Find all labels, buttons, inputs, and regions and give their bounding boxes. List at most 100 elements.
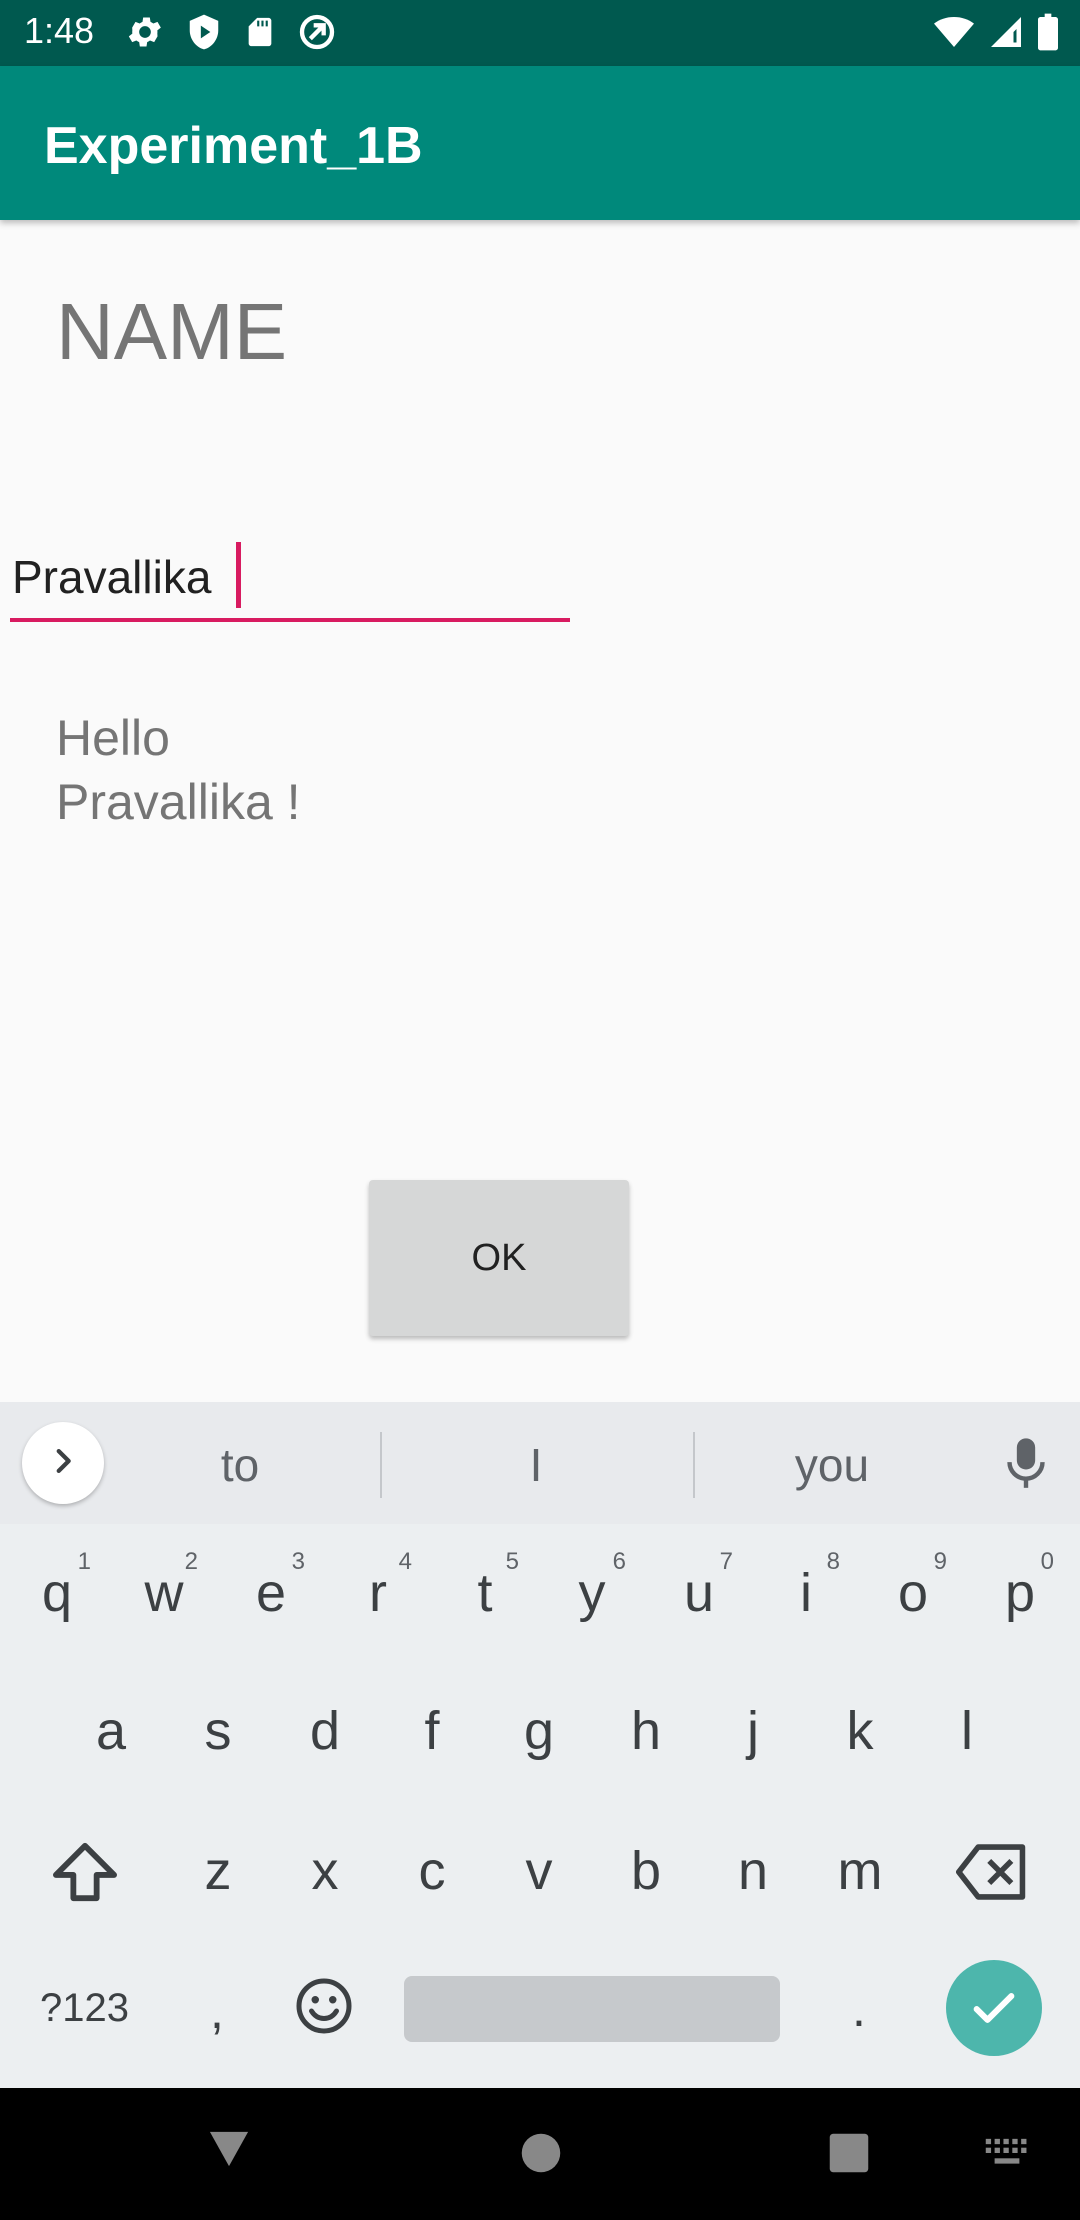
cellular-signal-icon bbox=[988, 12, 1024, 52]
text-cursor bbox=[236, 542, 241, 608]
home-button[interactable] bbox=[520, 2132, 562, 2179]
key-letter: v bbox=[525, 1841, 553, 1901]
data-saver-icon bbox=[297, 12, 337, 52]
key-letter: r bbox=[369, 1563, 387, 1623]
name-input[interactable]: Pravallika bbox=[10, 540, 570, 622]
space-key[interactable] bbox=[404, 1976, 780, 2042]
key-hint-digit: 6 bbox=[612, 1548, 626, 1575]
key-l[interactable]: l bbox=[917, 1664, 1017, 1784]
key-w[interactable]: w2 bbox=[114, 1526, 214, 1646]
emoji-icon bbox=[296, 1978, 352, 2034]
key-letter: o bbox=[897, 1563, 929, 1623]
settings-icon bbox=[125, 12, 165, 52]
key-letter: u bbox=[683, 1563, 715, 1623]
microphone-icon[interactable] bbox=[1004, 1436, 1048, 1497]
key-y[interactable]: y6 bbox=[542, 1526, 642, 1646]
ok-button[interactable]: OK bbox=[369, 1180, 629, 1336]
key-r[interactable]: r4 bbox=[328, 1526, 428, 1646]
key-letter: d bbox=[309, 1701, 341, 1761]
key-letter: q bbox=[41, 1563, 73, 1623]
suggestion-divider bbox=[380, 1432, 382, 1498]
key-hint-digit: 7 bbox=[719, 1548, 733, 1575]
home-circle-icon bbox=[521, 2133, 561, 2173]
key-letter: z bbox=[204, 1841, 232, 1901]
period-key[interactable]: . bbox=[852, 1980, 866, 2038]
greeting-line-2: Pravallika ! bbox=[56, 774, 301, 830]
key-x[interactable]: x bbox=[275, 1804, 375, 1924]
key-n[interactable]: n bbox=[703, 1804, 803, 1924]
recents-square-icon bbox=[829, 2133, 869, 2173]
play-protect-icon bbox=[185, 12, 223, 52]
symbols-key[interactable]: ?123 bbox=[40, 1986, 129, 2031]
key-p[interactable]: p0 bbox=[970, 1526, 1070, 1646]
app-bar: Experiment_1B bbox=[0, 66, 1080, 220]
key-t[interactable]: t5 bbox=[435, 1526, 535, 1646]
shift-icon bbox=[53, 1842, 117, 1902]
suggestion-divider bbox=[693, 1432, 695, 1498]
key-letter: y bbox=[578, 1563, 606, 1623]
status-bar: 1:48 bbox=[0, 0, 1080, 66]
wifi-icon bbox=[932, 12, 976, 52]
key-hint-digit: 3 bbox=[291, 1548, 305, 1575]
key-hint-digit: 5 bbox=[505, 1548, 519, 1575]
key-letter: k bbox=[846, 1701, 874, 1761]
key-v[interactable]: v bbox=[489, 1804, 589, 1924]
key-letter: p bbox=[1004, 1563, 1036, 1623]
key-letter: t bbox=[477, 1563, 493, 1623]
recents-button[interactable] bbox=[828, 2132, 870, 2179]
key-c[interactable]: c bbox=[382, 1804, 482, 1924]
key-letter: g bbox=[523, 1701, 555, 1761]
key-q[interactable]: q1 bbox=[7, 1526, 107, 1646]
greeting-text: Hello Pravallika ! bbox=[56, 706, 301, 834]
shift-key[interactable] bbox=[50, 1840, 120, 1909]
soft-keyboard: to I you q1w2e3r4t5y6u7i8o9p0 asdfghjkl … bbox=[0, 1402, 1080, 2088]
enter-key[interactable] bbox=[946, 1960, 1042, 2056]
keyboard-switch-button[interactable] bbox=[984, 2136, 1030, 2175]
app-title: Experiment_1B bbox=[44, 117, 423, 175]
key-i[interactable]: i8 bbox=[756, 1526, 856, 1646]
key-hint-digit: 0 bbox=[1040, 1548, 1054, 1575]
sd-card-icon bbox=[243, 12, 277, 52]
key-e[interactable]: e3 bbox=[221, 1526, 321, 1646]
chevron-right-icon bbox=[46, 1444, 80, 1483]
key-o[interactable]: o9 bbox=[863, 1526, 963, 1646]
backspace-key[interactable] bbox=[956, 1844, 1028, 1905]
key-h[interactable]: h bbox=[596, 1664, 696, 1784]
check-icon bbox=[973, 1993, 1015, 2023]
comma-key[interactable]: , bbox=[210, 1982, 224, 2040]
key-letter: l bbox=[961, 1701, 973, 1761]
key-letter: x bbox=[311, 1841, 339, 1901]
status-time: 1:48 bbox=[24, 10, 95, 51]
back-button[interactable] bbox=[206, 2128, 252, 2175]
key-m[interactable]: m bbox=[810, 1804, 910, 1924]
key-g[interactable]: g bbox=[489, 1664, 589, 1784]
notification-icons bbox=[125, 12, 337, 52]
keyboard-icon bbox=[985, 2138, 1027, 2164]
backspace-icon bbox=[956, 1844, 1026, 1900]
key-letter: a bbox=[95, 1701, 127, 1761]
key-s[interactable]: s bbox=[168, 1664, 268, 1784]
key-letter: f bbox=[424, 1701, 440, 1761]
key-letter: j bbox=[747, 1701, 759, 1761]
key-hint-digit: 1 bbox=[77, 1548, 91, 1575]
key-k[interactable]: k bbox=[810, 1664, 910, 1784]
key-hint-digit: 8 bbox=[826, 1548, 840, 1575]
name-input-value: Pravallika bbox=[12, 551, 212, 603]
greeting-line-1: Hello bbox=[56, 710, 170, 766]
key-letter: n bbox=[737, 1841, 769, 1901]
key-z[interactable]: z bbox=[168, 1804, 268, 1924]
key-a[interactable]: a bbox=[61, 1664, 161, 1784]
key-b[interactable]: b bbox=[596, 1804, 696, 1924]
key-letter: i bbox=[800, 1563, 812, 1623]
emoji-key[interactable] bbox=[294, 1976, 354, 2041]
keyboard-expand-button[interactable] bbox=[22, 1422, 104, 1504]
key-letter: b bbox=[630, 1841, 662, 1901]
key-d[interactable]: d bbox=[275, 1664, 375, 1784]
suggestion-2[interactable]: I bbox=[436, 1438, 636, 1492]
suggestion-1[interactable]: to bbox=[140, 1438, 340, 1492]
key-f[interactable]: f bbox=[382, 1664, 482, 1784]
key-j[interactable]: j bbox=[703, 1664, 803, 1784]
key-hint-digit: 2 bbox=[184, 1548, 198, 1575]
key-u[interactable]: u7 bbox=[649, 1526, 749, 1646]
suggestion-3[interactable]: you bbox=[732, 1438, 932, 1492]
